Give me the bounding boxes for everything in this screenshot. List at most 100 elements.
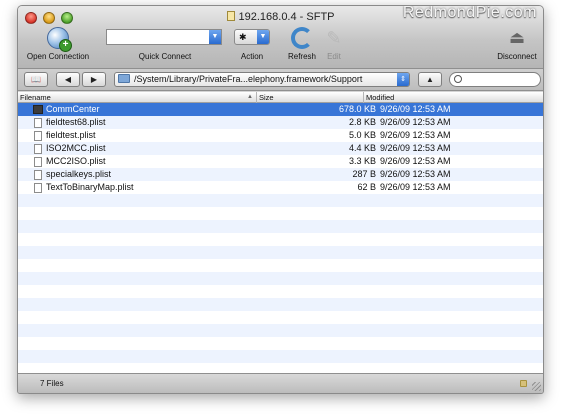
titlebar: 192.168.0.4 - SFTP RedmondPie.com Open C… [18, 6, 543, 69]
search-field[interactable] [449, 72, 541, 87]
parent-folder-button[interactable]: ▲ [418, 72, 442, 87]
search-icon [454, 75, 462, 83]
file-name: TextToBinaryMap.plist [46, 182, 134, 192]
document-icon [34, 183, 42, 193]
globe-add-icon [47, 27, 72, 52]
file-modified: 9/26/09 12:53 AM [380, 104, 451, 114]
column-header-filename[interactable]: Filename ▲ [18, 92, 257, 103]
file-modified: 9/26/09 12:53 AM [380, 182, 451, 192]
file-name: CommCenter [46, 104, 100, 114]
column-header-modified[interactable]: Modified [364, 92, 543, 103]
file-size: 62 B [357, 182, 376, 192]
file-modified: 9/26/09 12:53 AM [380, 169, 451, 179]
file-row[interactable]: fieldtest68.plist 2.8 KB 9/26/09 12:53 AM [18, 116, 543, 129]
file-modified: 9/26/09 12:53 AM [380, 117, 451, 127]
file-size: 5.0 KB [348, 130, 376, 140]
empty-row [18, 324, 543, 337]
chevron-down-icon: ▼ [257, 30, 269, 44]
path-popup[interactable]: /System/Library/PrivateFra...elephony.fr… [114, 72, 410, 87]
status-bar: 7 Files [18, 373, 543, 393]
file-modified: 9/26/09 12:53 AM [380, 156, 451, 166]
forward-arrow-icon: ▶ [90, 75, 98, 84]
file-modified: 9/26/09 12:53 AM [380, 130, 451, 140]
document-icon [34, 131, 42, 141]
file-row[interactable]: fieldtest.plist 5.0 KB 9/26/09 12:53 AM [18, 129, 543, 142]
file-row[interactable]: TextToBinaryMap.plist 62 B 9/26/09 12:53 A… [18, 181, 543, 194]
sort-ascending-icon: ▲ [247, 94, 253, 100]
open-connection-label: Open Connection [26, 52, 90, 61]
action-label: Action [240, 52, 264, 61]
edit-button[interactable]: ✎ Edit [320, 27, 348, 61]
file-name: specialkeys.plist [46, 169, 112, 179]
empty-row [18, 272, 543, 285]
empty-row [18, 259, 543, 272]
file-name: fieldtest.plist [46, 130, 96, 140]
quick-connect-label: Quick Connect [138, 52, 192, 61]
action-menu[interactable]: ✱ ▼ Action [230, 27, 274, 61]
file-name: ISO2MCC.plist [46, 143, 106, 153]
empty-row [18, 233, 543, 246]
column-modified-label: Modified [366, 93, 395, 102]
file-name: fieldtest68.plist [46, 117, 106, 127]
empty-row [18, 194, 543, 207]
disconnect-button[interactable]: ⏏ Disconnect [492, 27, 542, 61]
folder-icon [118, 74, 130, 83]
empty-row [18, 246, 543, 259]
document-icon [34, 144, 42, 154]
back-button[interactable]: ◀ [56, 72, 80, 87]
file-row[interactable]: specialkeys.plist 287 B 9/26/09 12:53 AM [18, 168, 543, 181]
open-connection-button[interactable]: Open Connection [22, 27, 94, 61]
file-count: 7 Files [40, 379, 64, 388]
sftp-window: 192.168.0.4 - SFTP RedmondPie.com Open C… [17, 5, 544, 394]
chevron-down-icon[interactable]: ▼ [209, 30, 221, 44]
eject-icon: ⏏ [508, 28, 526, 47]
empty-row [18, 311, 543, 324]
refresh-icon [291, 27, 313, 49]
empty-row [18, 337, 543, 350]
empty-row [18, 350, 543, 363]
chevron-updown-icon: ⇕ [397, 73, 409, 86]
file-rows: CommCenter 678.0 KB 9/26/09 12:53 AM fieldt… [18, 103, 543, 363]
document-proxy-icon [226, 11, 235, 21]
action-popup-button[interactable]: ✱ ▼ [234, 29, 270, 45]
executable-icon [33, 105, 43, 114]
column-size-label: Size [259, 93, 274, 102]
file-row[interactable]: MCC2ISO.plist 3.3 KB 9/26/09 12:53 AM [18, 155, 543, 168]
edit-label: Edit [327, 52, 341, 61]
back-arrow-icon: ◀ [64, 75, 72, 84]
refresh-button[interactable]: Refresh [286, 27, 318, 61]
file-size: 3.3 KB [348, 156, 376, 166]
file-modified: 9/26/09 12:53 AM [380, 143, 451, 153]
refresh-label: Refresh [287, 52, 316, 61]
lock-icon [520, 380, 527, 387]
column-filename-label: Filename [20, 93, 51, 102]
document-icon [34, 118, 42, 128]
column-header-size[interactable]: Size [257, 92, 364, 103]
forward-button[interactable]: ▶ [82, 72, 106, 87]
disconnect-label: Disconnect [497, 52, 537, 61]
empty-row [18, 220, 543, 233]
file-name: MCC2ISO.plist [46, 156, 106, 166]
up-arrow-icon: ▲ [426, 75, 434, 84]
bookmarks-button[interactable]: 📖 [24, 72, 48, 87]
file-browser[interactable]: Filename ▲ Size Modified CommCenter 678.0… [18, 92, 543, 375]
pencil-icon: ✎ [326, 28, 342, 48]
resize-grip-icon[interactable] [532, 382, 541, 391]
file-size: 2.8 KB [348, 117, 376, 127]
file-size: 4.4 KB [348, 143, 376, 153]
watermark: RedmondPie.com [402, 5, 537, 21]
column-header-row: Filename ▲ Size Modified [18, 92, 543, 103]
file-size: 287 B [352, 169, 376, 179]
current-path: /System/Library/PrivateFra...elephony.fr… [134, 74, 363, 84]
file-size: 678.0 KB [338, 104, 376, 114]
quick-connect-combo[interactable]: ▼ [106, 29, 222, 45]
file-row[interactable]: CommCenter 678.0 KB 9/26/09 12:53 AM [18, 103, 543, 116]
path-bar: 📖 ◀ ▶ /System/Library/PrivateFra...eleph… [18, 69, 543, 91]
window-title-text: 192.168.0.4 - SFTP [238, 11, 335, 23]
file-row[interactable]: ISO2MCC.plist 4.4 KB 9/26/09 12:53 AM [18, 142, 543, 155]
book-icon: 📖 [31, 75, 41, 84]
empty-row [18, 298, 543, 311]
gear-icon: ✱ [239, 32, 247, 42]
document-icon [34, 157, 42, 167]
document-icon [34, 170, 42, 180]
